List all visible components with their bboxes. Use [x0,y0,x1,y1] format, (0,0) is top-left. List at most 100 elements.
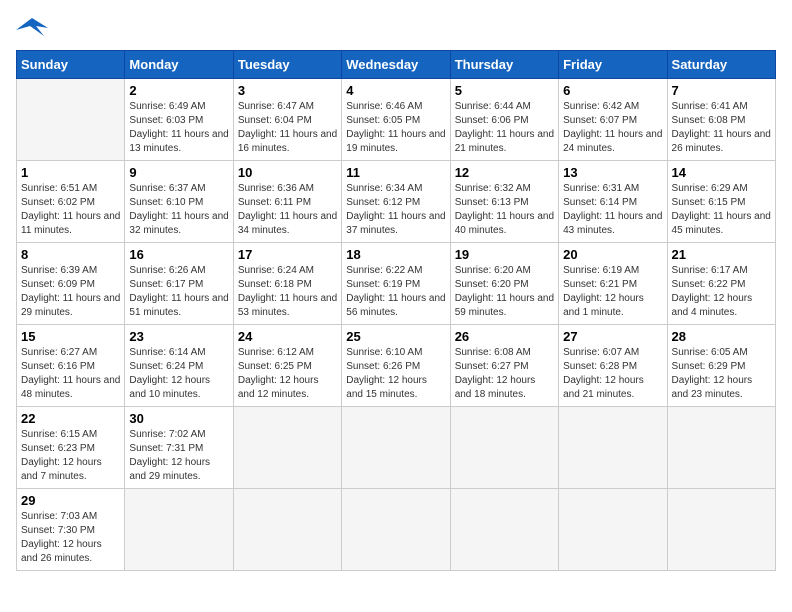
calendar-cell: 20 Sunrise: 6:19 AMSunset: 6:21 PMDayligh… [559,243,667,325]
day-info: Sunrise: 6:08 AMSunset: 6:27 PMDaylight:… [455,346,554,402]
day-number: 22 [21,411,120,426]
day-info: Sunrise: 6:20 AMSunset: 6:20 PMDaylight:… [455,264,554,320]
calendar-cell: 13 Sunrise: 6:31 AMSunset: 6:14 PMDayligh… [559,161,667,243]
calendar-cell [450,407,558,489]
calendar-cell: 17 Sunrise: 6:24 AMSunset: 6:18 PMDayligh… [233,243,341,325]
col-thursday: Thursday [450,51,558,79]
calendar-cell: 16 Sunrise: 6:26 AMSunset: 6:17 PMDayligh… [125,243,233,325]
day-number: 19 [455,247,554,262]
calendar-cell [342,489,450,571]
day-info: Sunrise: 6:34 AMSunset: 6:12 PMDaylight:… [346,182,445,238]
calendar-cell: 21 Sunrise: 6:17 AMSunset: 6:22 PMDayligh… [667,243,775,325]
calendar-cell: 26 Sunrise: 6:08 AMSunset: 6:27 PMDayligh… [450,325,558,407]
calendar-cell: 18 Sunrise: 6:22 AMSunset: 6:19 PMDayligh… [342,243,450,325]
day-info: Sunrise: 6:26 AMSunset: 6:17 PMDaylight:… [129,264,228,320]
day-number: 9 [129,165,228,180]
day-number: 5 [455,83,554,98]
day-info: Sunrise: 6:22 AMSunset: 6:19 PMDaylight:… [346,264,445,320]
calendar-cell: 29 Sunrise: 7:03 AMSunset: 7:30 PMDayligh… [17,489,125,571]
calendar-cell [342,407,450,489]
day-info: Sunrise: 6:46 AMSunset: 6:05 PMDaylight:… [346,100,445,156]
col-saturday: Saturday [667,51,775,79]
logo-bird-icon [16,16,48,40]
day-number: 4 [346,83,445,98]
calendar-cell [667,407,775,489]
col-friday: Friday [559,51,667,79]
day-number: 28 [672,329,771,344]
calendar-cell: 23 Sunrise: 6:14 AMSunset: 6:24 PMDayligh… [125,325,233,407]
calendar-cell: 5 Sunrise: 6:44 AMSunset: 6:06 PMDaylight… [450,79,558,161]
calendar-cell [667,489,775,571]
day-info: Sunrise: 6:47 AMSunset: 6:04 PMDaylight:… [238,100,337,156]
day-number: 30 [129,411,228,426]
calendar-cell [233,407,341,489]
day-info: Sunrise: 6:10 AMSunset: 6:26 PMDaylight:… [346,346,445,402]
calendar-cell: 19 Sunrise: 6:20 AMSunset: 6:20 PMDayligh… [450,243,558,325]
day-info: Sunrise: 6:24 AMSunset: 6:18 PMDaylight:… [238,264,337,320]
day-number: 11 [346,165,445,180]
day-number: 26 [455,329,554,344]
day-info: Sunrise: 6:37 AMSunset: 6:10 PMDaylight:… [129,182,228,238]
day-number: 20 [563,247,662,262]
calendar-cell: 24Sunrise: 6:12 AMSunset: 6:25 PMDayligh… [233,325,341,407]
day-number: 29 [21,493,120,508]
calendar-cell: 25 Sunrise: 6:10 AMSunset: 6:26 PMDayligh… [342,325,450,407]
day-number: 3 [238,83,337,98]
day-info: Sunrise: 6:41 AMSunset: 6:08 PMDaylight:… [672,100,771,156]
calendar-table: Sunday Monday Tuesday Wednesday Thursday… [16,50,776,571]
calendar-cell: 28 Sunrise: 6:05 AMSunset: 6:29 PMDayligh… [667,325,775,407]
day-info: Sunrise: 6:12 AMSunset: 6:25 PMDaylight:… [238,346,337,402]
day-number: 12 [455,165,554,180]
day-number: 10 [238,165,337,180]
col-tuesday: Tuesday [233,51,341,79]
day-info: Sunrise: 6:14 AMSunset: 6:24 PMDaylight:… [129,346,228,402]
calendar-cell [559,489,667,571]
calendar-cell: 9 Sunrise: 6:37 AMSunset: 6:10 PMDaylight… [125,161,233,243]
day-info: Sunrise: 7:02 AMSunset: 7:31 PMDaylight:… [129,428,228,484]
day-info: Sunrise: 6:29 AMSunset: 6:15 PMDaylight:… [672,182,771,238]
day-info: Sunrise: 6:51 AMSunset: 6:02 PMDaylight:… [21,182,120,238]
calendar-cell: 1 Sunrise: 6:51 AMSunset: 6:02 PMDaylight… [17,161,125,243]
day-info: Sunrise: 6:15 AMSunset: 6:23 PMDaylight:… [21,428,120,484]
day-info: Sunrise: 6:05 AMSunset: 6:29 PMDaylight:… [672,346,771,402]
calendar-cell: 30 Sunrise: 7:02 AMSunset: 7:31 PMDayligh… [125,407,233,489]
day-number: 18 [346,247,445,262]
day-info: Sunrise: 6:31 AMSunset: 6:14 PMDaylight:… [563,182,662,238]
day-info: Sunrise: 6:32 AMSunset: 6:13 PMDaylight:… [455,182,554,238]
page-header [16,16,776,40]
day-number: 1 [21,165,120,180]
calendar-cell [17,79,125,161]
day-info: Sunrise: 6:39 AMSunset: 6:09 PMDaylight:… [21,264,120,320]
calendar-cell [559,407,667,489]
calendar-cell: 3 Sunrise: 6:47 AMSunset: 6:04 PMDaylight… [233,79,341,161]
calendar-cell: 10Sunrise: 6:36 AMSunset: 6:11 PMDayligh… [233,161,341,243]
col-monday: Monday [125,51,233,79]
calendar-cell: 6Sunrise: 6:42 AMSunset: 6:07 PMDaylight… [559,79,667,161]
day-number: 6 [563,83,662,98]
day-info: Sunrise: 6:19 AMSunset: 6:21 PMDaylight:… [563,264,662,320]
day-number: 21 [672,247,771,262]
day-number: 7 [672,83,771,98]
calendar-cell: 12 Sunrise: 6:32 AMSunset: 6:13 PMDayligh… [450,161,558,243]
day-number: 27 [563,329,662,344]
day-number: 13 [563,165,662,180]
calendar-cell: 22 Sunrise: 6:15 AMSunset: 6:23 PMDayligh… [17,407,125,489]
calendar-cell: 7 Sunrise: 6:41 AMSunset: 6:08 PMDaylight… [667,79,775,161]
calendar-cell [450,489,558,571]
day-info: Sunrise: 6:27 AMSunset: 6:16 PMDaylight:… [21,346,120,402]
day-info: Sunrise: 6:17 AMSunset: 6:22 PMDaylight:… [672,264,771,320]
day-number: 16 [129,247,228,262]
calendar-cell [233,489,341,571]
day-info: Sunrise: 7:03 AMSunset: 7:30 PMDaylight:… [21,510,120,566]
day-number: 25 [346,329,445,344]
day-number: 23 [129,329,228,344]
day-number: 8 [21,247,120,262]
calendar-cell: 8 Sunrise: 6:39 AMSunset: 6:09 PMDaylight… [17,243,125,325]
calendar-cell: 15Sunrise: 6:27 AMSunset: 6:16 PMDayligh… [17,325,125,407]
calendar-cell: 27 Sunrise: 6:07 AMSunset: 6:28 PMDayligh… [559,325,667,407]
day-info: Sunrise: 6:07 AMSunset: 6:28 PMDaylight:… [563,346,662,402]
col-sunday: Sunday [17,51,125,79]
day-number: 17 [238,247,337,262]
day-info: Sunrise: 6:44 AMSunset: 6:06 PMDaylight:… [455,100,554,156]
calendar-cell [125,489,233,571]
